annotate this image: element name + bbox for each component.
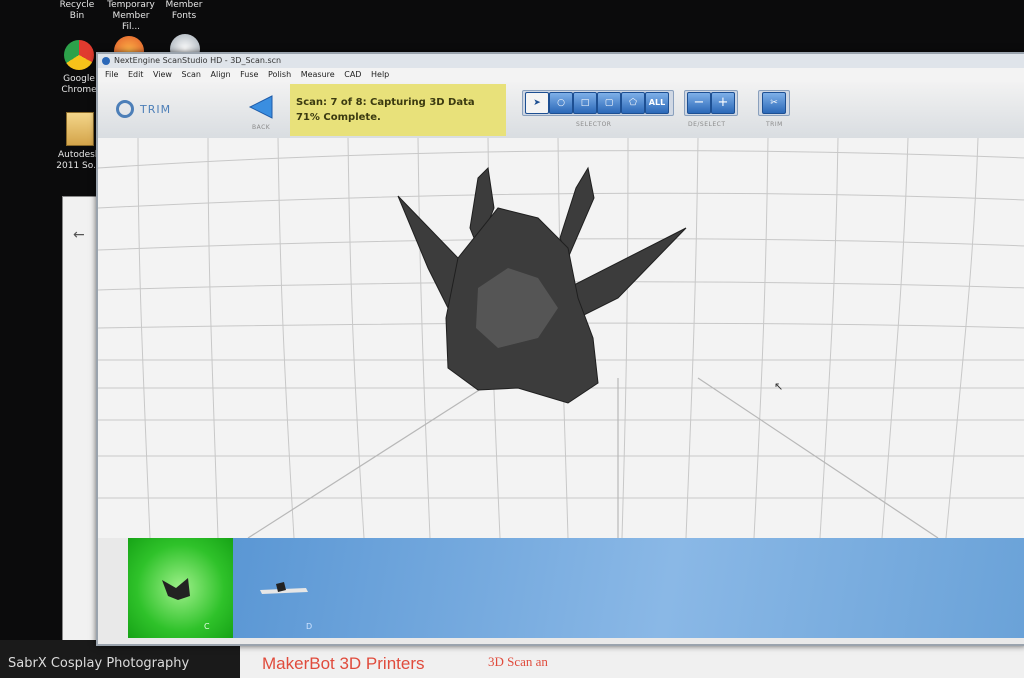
thumb-label-d: D [306, 622, 313, 631]
helmet-thumbnail-icon [162, 578, 190, 600]
menu-view[interactable]: View [153, 68, 172, 82]
rect-select-icon[interactable]: □ [573, 92, 597, 114]
gear-icon [116, 100, 134, 118]
deselect-minus-button[interactable]: − [687, 92, 711, 114]
square-select-icon[interactable]: ▢ [597, 92, 621, 114]
back-caption: BACK [252, 124, 271, 131]
3d-viewport[interactable]: ↖ [98, 138, 1024, 538]
app-logo-icon [102, 57, 110, 65]
scan-status-line: Scan: 7 of 8: Capturing 3D Data [296, 97, 475, 108]
thumb-label-c: C [204, 622, 210, 631]
ad-link-3d-scan[interactable]: 3D Scan an [488, 654, 548, 670]
scanstudio-window: NextEngine ScanStudio HD - 3D_Scan.scn F… [96, 52, 1024, 646]
ad-link-makerbot[interactable]: MakerBot 3D Printers [262, 654, 425, 674]
photo-watermark: SabrX Cosplay Photography [8, 656, 190, 671]
mouse-cursor-icon: ↖ [774, 380, 784, 393]
menu-cad[interactable]: CAD [344, 68, 361, 82]
menu-measure[interactable]: Measure [301, 68, 335, 82]
menu-help[interactable]: Help [371, 68, 389, 82]
select-plus-button[interactable]: + [711, 92, 735, 114]
selector-caption: SELECTOR [576, 121, 612, 128]
lasso-select-icon[interactable]: ⬠ [621, 92, 645, 114]
scan-preview-icon [260, 582, 308, 594]
menu-file[interactable]: File [105, 68, 118, 82]
circle-select-icon[interactable]: ○ [549, 92, 573, 114]
menu-bar: File Edit View Scan Align Fuse Polish Me… [98, 68, 1024, 82]
desktop-label-member-fonts[interactable]: Member Fonts [162, 0, 206, 22]
back-icon[interactable] [248, 94, 274, 120]
scanned-helmet-model[interactable] [98, 138, 1024, 538]
chrome-icon[interactable] [64, 40, 94, 70]
scan-thumbnail-strip: C D [128, 538, 1024, 638]
back-arrow-icon[interactable]: ← [73, 227, 85, 243]
scissors-icon[interactable]: ✂ [762, 92, 786, 114]
deselect-toolgroup: − + [684, 90, 738, 116]
trim-toolgroup: ✂ [758, 90, 790, 116]
menu-edit[interactable]: Edit [128, 68, 144, 82]
select-all-button[interactable]: ALL [645, 92, 669, 114]
scan-thumbnail-2[interactable] [258, 578, 312, 602]
window-title: NextEngine ScanStudio HD - 3D_Scan.scn [114, 56, 282, 65]
scan-status-panel: Scan: 7 of 8: Capturing 3D Data 71% Comp… [290, 84, 506, 136]
scan-progress-text: 71% Complete. [296, 112, 381, 123]
autodesk-folder-icon[interactable] [66, 112, 94, 146]
title-bar[interactable]: NextEngine ScanStudio HD - 3D_Scan.scn [98, 54, 1024, 68]
menu-align[interactable]: Align [211, 68, 231, 82]
pointer-tool-icon[interactable]: ➤ [525, 92, 549, 114]
desktop-label-temp-files[interactable]: Temporary Member Fil... [104, 0, 158, 33]
selector-toolgroup: ➤ ○ □ ▢ ⬠ ALL [522, 90, 674, 116]
trim-caption: TRIM [766, 121, 783, 128]
menu-fuse[interactable]: Fuse [240, 68, 258, 82]
trim-mode-label: TRIM [140, 103, 172, 116]
deselect-caption: DE/SELECT [688, 121, 726, 128]
scan-thumbnail-active[interactable]: C [128, 538, 233, 638]
menu-scan[interactable]: Scan [182, 68, 201, 82]
desktop-label-recycle-bin[interactable]: Recycle Bin [52, 0, 102, 22]
menu-polish[interactable]: Polish [268, 68, 291, 82]
